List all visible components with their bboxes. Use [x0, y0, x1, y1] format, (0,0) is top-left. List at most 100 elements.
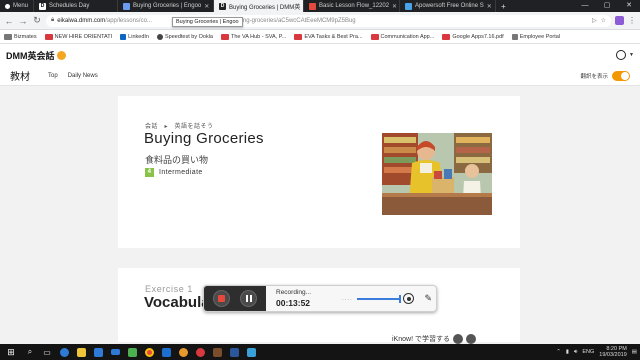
breadcrumb: 会話 ▸ 英語を話そう — [145, 124, 214, 130]
windows-start-icon[interactable]: ⊞ — [3, 346, 19, 358]
tab-schedules-day[interactable]: D Schedules Day — [34, 0, 118, 12]
chat-icon[interactable] — [452, 334, 463, 344]
pdf-icon — [442, 33, 451, 40]
omnibox-actions: ▷ ☆ — [592, 17, 606, 24]
level-number: 4 — [145, 168, 154, 177]
bookmark-employee-portal[interactable]: Employee Portal — [511, 33, 561, 40]
url-input[interactable]: 🔒︎ eikaiwa.dmm.com /app/lessons/co... ..… — [46, 14, 611, 27]
pdf-icon — [294, 33, 303, 40]
mail-icon[interactable] — [109, 346, 121, 358]
bookmark-linkedin[interactable]: LinkedIn — [120, 33, 149, 40]
tab-dmm-active[interactable]: D Buying Groceries | DMM英 ✕ — [214, 0, 304, 12]
maximize-icon[interactable]: ▢ — [596, 0, 618, 12]
chrome-icon[interactable] — [143, 346, 155, 358]
bookmark-google-apps[interactable]: Google Apps7.16.pdf — [442, 33, 504, 40]
tab-engoo[interactable]: Buying Groceries | Engoo ✕ — [118, 0, 214, 12]
language-indicator[interactable]: ENG — [582, 349, 594, 355]
screen-recorder-toolbar: Recording... 00:13:52 .... ✎ — [203, 285, 437, 312]
tab-title: Basic Lesson Flow_12202 — [319, 3, 390, 9]
bookmark-label: Employee Portal — [519, 33, 561, 40]
close-tab-icon[interactable]: ✕ — [487, 3, 492, 10]
language-selector[interactable]: ▼ — [616, 50, 634, 60]
bookmark-new-hire[interactable]: NEW HIRE ORIENTATI — [44, 33, 113, 40]
tab-apowersoft[interactable]: Apowersoft Free Online S ✕ — [400, 0, 496, 12]
recording-status: Recording... — [276, 289, 312, 296]
url-host: eikaiwa.dmm.com — [57, 17, 106, 24]
engoo-icon — [123, 2, 130, 10]
globe-icon — [616, 50, 627, 60]
bookmark-communication[interactable]: Communication App... — [370, 33, 434, 40]
pause-icon — [245, 295, 248, 302]
edge-icon[interactable] — [58, 346, 70, 358]
recording-info: Recording... 00:13:52 — [266, 289, 336, 308]
volume-slider[interactable] — [356, 294, 402, 303]
lesson-title: Buying Groceries — [144, 130, 264, 147]
bookmark-label: NEW HIRE ORIENTATI — [54, 33, 113, 40]
stop-recording-button[interactable] — [213, 290, 230, 307]
smile-logo-icon — [56, 50, 66, 60]
new-tab-button[interactable]: + — [496, 0, 511, 12]
minimize-icon[interactable]: — — [574, 0, 596, 12]
pdf-icon — [220, 33, 229, 40]
store-icon[interactable] — [92, 346, 104, 358]
video-icon[interactable] — [126, 346, 138, 358]
tab-basic-lesson-flow[interactable]: Basic Lesson Flow_12202 ✕ — [304, 0, 400, 12]
bookmark-bizmates[interactable]: Bizmates — [4, 33, 37, 40]
browser-menu-icon[interactable]: ⋮ — [628, 16, 636, 25]
task-view-icon[interactable]: ▭ — [41, 346, 53, 358]
clock[interactable]: 8:20 PM 19/03/2019 — [599, 346, 627, 358]
word-icon[interactable] — [228, 346, 240, 358]
reload-icon[interactable]: ↻ — [32, 15, 42, 26]
lesson-illustration — [382, 133, 492, 215]
dmm-logo[interactable]: DMM英会話 — [6, 49, 66, 62]
close-window-icon[interactable]: ✕ — [618, 0, 640, 12]
bookmark-label: Google Apps7.16.pdf — [452, 33, 504, 40]
d-icon: D — [39, 2, 46, 10]
portal-icon — [511, 33, 518, 40]
address-bar-row: ← → ↻ 🔒︎ eikaiwa.dmm.com /app/lessons/co… — [0, 12, 640, 30]
notifications-icon[interactable]: ▤ — [632, 349, 637, 355]
bookmark-va-hub[interactable]: The VA Hub - SVA, P... — [220, 33, 286, 40]
page-title: 教材 — [10, 72, 30, 83]
file-explorer-icon[interactable] — [75, 346, 87, 358]
star-icon[interactable]: ☆ — [601, 17, 606, 24]
photo-icon[interactable] — [211, 346, 223, 358]
nav-daily-news-link[interactable]: Daily News — [68, 73, 98, 79]
stop-icon — [218, 295, 225, 302]
extension-icon[interactable] — [615, 16, 624, 25]
recorder-icon[interactable] — [194, 346, 206, 358]
network-icon[interactable]: ▮ — [566, 349, 569, 355]
translation-toggle[interactable] — [612, 70, 630, 81]
sub-navigation: 教材 Top Daily News 翻訳を表示 — [0, 66, 640, 86]
annotate-pen-icon[interactable]: ✎ — [424, 293, 432, 304]
chevron-up-icon[interactable]: ⌃ — [556, 349, 561, 355]
search-icon[interactable]: ⌕ — [24, 346, 36, 358]
tab-title: Apowersoft Free Online S — [415, 3, 484, 9]
forward-icon[interactable]: → — [18, 16, 28, 26]
tab-title: Schedules Day — [49, 3, 90, 9]
menu-icon[interactable] — [465, 334, 476, 344]
app-icon[interactable] — [177, 346, 189, 358]
bookmark-label: EVA Tasks & Best Pra... — [304, 33, 363, 40]
bookmark-label: LinkedIn — [128, 33, 149, 40]
bookmark-icon — [4, 33, 12, 40]
pdf-icon — [370, 33, 379, 40]
bookmark-eva-tasks[interactable]: EVA Tasks & Best Pra... — [294, 33, 363, 40]
volume-level-icon: .... — [342, 295, 353, 302]
share-icon[interactable]: ▷ — [592, 17, 597, 24]
outlook-icon[interactable] — [160, 346, 172, 358]
webcam-icon[interactable] — [403, 293, 415, 304]
dot-icon — [5, 3, 10, 9]
close-tab-icon[interactable]: ✕ — [392, 3, 397, 10]
pause-recording-button[interactable] — [240, 290, 257, 307]
app2-icon[interactable] — [245, 346, 257, 358]
iknow-link[interactable]: iKnow! で学習する — [392, 334, 476, 344]
tab-menu[interactable]: Menu — [0, 0, 34, 12]
close-tab-icon[interactable]: ✕ — [204, 3, 209, 10]
volume-icon[interactable]: 🔊︎ — [574, 349, 577, 356]
bookmark-speedtest[interactable]: Speedtest by Ookla — [156, 33, 213, 40]
nav-top-link[interactable]: Top — [48, 73, 58, 79]
pdf-icon — [309, 2, 316, 10]
back-icon[interactable]: ← — [4, 16, 14, 26]
linkedin-icon — [120, 33, 127, 40]
